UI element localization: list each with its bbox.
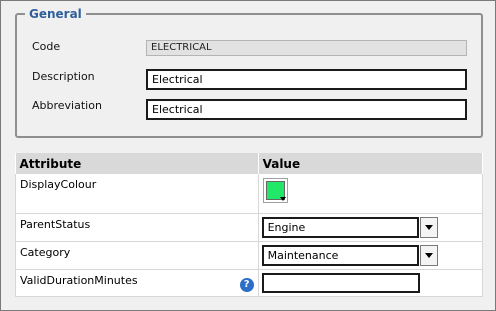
description-label: Description (32, 70, 95, 83)
description-input[interactable] (146, 69, 467, 90)
table-row: Category Maintenance (15, 241, 484, 270)
dropdown-arrow-icon (279, 197, 286, 201)
colour-picker[interactable] (262, 178, 288, 203)
value-column-header: Value (258, 153, 484, 174)
valid-duration-input[interactable] (261, 272, 420, 293)
value-cell: Engine (258, 213, 484, 242)
attribute-name-cell: ValidDurationMinutes ? (15, 269, 259, 297)
attribute-name: DisplayColour (15, 174, 259, 214)
code-field: ELECTRICAL (146, 40, 467, 56)
table-row: ParentStatus Engine (15, 213, 484, 242)
attribute-name: Category (15, 241, 259, 270)
code-label: Code (32, 40, 61, 53)
abbreviation-label: Abbreviation (32, 99, 102, 112)
chevron-down-icon (424, 224, 433, 230)
general-legend: General (29, 7, 82, 21)
attribute-name: ParentStatus (15, 213, 259, 242)
help-icon[interactable]: ? (239, 277, 254, 292)
properties-panel: General Code ELECTRICAL Description Abbr… (0, 0, 496, 311)
dropdown-button[interactable] (419, 216, 438, 238)
parent-status-select[interactable]: Engine (261, 216, 438, 238)
category-value[interactable]: Maintenance (261, 244, 419, 266)
value-cell (258, 174, 484, 214)
parent-status-value[interactable]: Engine (261, 216, 419, 238)
attribute-column-header: Attribute (15, 153, 259, 174)
table-row: DisplayColour (15, 174, 484, 214)
abbreviation-input[interactable] (146, 99, 467, 120)
chevron-down-icon (424, 252, 433, 258)
value-cell: Maintenance (258, 241, 484, 270)
value-cell (258, 269, 484, 297)
dropdown-button[interactable] (419, 244, 438, 266)
attributes-table: Attribute Value DisplayColour ParentStat… (15, 153, 484, 297)
table-row: ValidDurationMinutes ? (15, 269, 484, 297)
attribute-name: ValidDurationMinutes (20, 273, 138, 287)
category-select[interactable]: Maintenance (261, 244, 438, 266)
